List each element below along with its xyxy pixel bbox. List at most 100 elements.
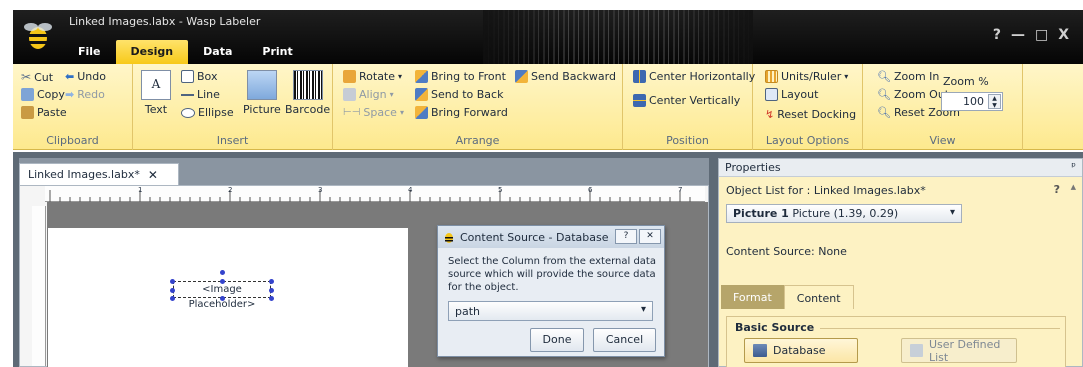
horizontal-ruler: 1 2 3 4 5 6 7 [45, 186, 705, 202]
dialog-close-button[interactable]: ✕ [639, 229, 661, 244]
rotate-button[interactable]: Rotate ▾ [343, 70, 402, 83]
tab-content[interactable]: Content [783, 285, 854, 309]
paste-icon [21, 106, 34, 119]
center-vertically-button[interactable]: Center Vertically [633, 94, 740, 107]
rotate-icon [343, 70, 356, 83]
barcode-icon [292, 70, 323, 100]
title-bar: Linked Images.labx - Wasp Labeler File D… [13, 10, 1083, 64]
tab-data[interactable]: Data [188, 40, 247, 64]
arrange-group: Rotate ▾ Align ▾ ⊢⊣ Space ▾ Bring to Fro… [333, 64, 623, 150]
label-canvas[interactable]: <Image Placeholder> [48, 228, 408, 367]
maximize-button[interactable]: □ [1035, 27, 1048, 43]
insert-group: A Text Box Line Ellipse Picture Barcode … [133, 64, 333, 150]
ruler-mark: 6 [588, 186, 593, 194]
send-to-back-button[interactable]: Send to Back [415, 88, 503, 101]
bring-forward-button[interactable]: Bring Forward [415, 106, 508, 119]
document-tab-label: Linked Images.labx* [28, 168, 140, 181]
chevron-down-icon: ▾ [844, 72, 849, 81]
cut-button[interactable]: ✂ Cut [21, 70, 53, 84]
zoom-in-button[interactable]: 🔍︎ Zoom In [877, 70, 939, 83]
align-button[interactable]: Align ▾ [343, 88, 394, 101]
document-tab[interactable]: Linked Images.labx* ✕ [19, 163, 179, 185]
zoom-in-icon: 🔍︎ [877, 70, 891, 83]
undo-button[interactable]: ⬅ Undo [65, 70, 106, 83]
ellipse-icon [181, 107, 195, 118]
space-icon: ⊢⊣ [343, 107, 361, 118]
properties-tabs: Format Content [719, 285, 854, 309]
copy-icon [21, 88, 34, 101]
close-document-icon[interactable]: ✕ [148, 168, 158, 182]
center-horizontally-button[interactable]: Center Horizontally [633, 70, 755, 83]
dialog-title-buttons: ? ✕ [615, 229, 661, 244]
chevron-down-icon: ▾ [389, 90, 394, 99]
text-button[interactable]: A Text [141, 70, 171, 116]
units-ruler-button[interactable]: Units/Ruler ▾ [765, 70, 848, 83]
bring-to-front-button[interactable]: Bring to Front [415, 70, 506, 83]
resize-handle[interactable] [170, 279, 175, 284]
zoom-spinner[interactable]: ▲ ▼ [988, 94, 1001, 109]
zoom-percent-input[interactable]: 100 ▲ ▼ [941, 92, 1003, 111]
undo-icon: ⬅ [65, 70, 75, 83]
view-label: View [929, 134, 956, 147]
resize-handle[interactable] [170, 296, 175, 301]
align-icon [343, 88, 356, 101]
column-select[interactable]: path [448, 301, 653, 321]
zoom-out-button[interactable]: 🔍︎ Zoom Out [877, 88, 949, 101]
space-button[interactable]: ⊢⊣ Space ▾ [343, 106, 404, 119]
barcode-background [483, 10, 753, 64]
help-icon[interactable]: ? [1054, 183, 1060, 196]
ribbon: ✂ Cut ⬅ Undo Copy ➡ Redo Paste Clipboard… [13, 64, 1083, 150]
tab-format[interactable]: Format [721, 285, 784, 309]
resize-handle[interactable] [269, 296, 274, 301]
resize-handle[interactable] [220, 296, 225, 301]
send-backward-icon [515, 70, 528, 83]
ribbon-tabs: File Design Data Print [63, 40, 308, 64]
center-horizontally-icon [633, 70, 646, 83]
tab-print[interactable]: Print [247, 40, 307, 64]
ruler-mark: 7 [678, 186, 683, 194]
redo-button[interactable]: ➡ Redo [65, 88, 105, 101]
tab-design[interactable]: Design [115, 40, 189, 64]
wasp-icon [445, 233, 453, 243]
view-group: 🔍︎ Zoom In 🔍︎ Zoom Out 🔍︎ Reset Zoom Zoo… [863, 64, 1023, 150]
rotate-handle[interactable] [220, 270, 225, 275]
paste-button[interactable]: Paste [21, 106, 67, 119]
reset-docking-button[interactable]: ↯ Reset Docking [765, 108, 856, 121]
minimize-button[interactable]: — [1011, 27, 1025, 43]
reset-zoom-icon: 🔍︎ [877, 106, 891, 119]
basic-source-title: Basic Source [735, 321, 815, 334]
close-button[interactable]: X [1058, 27, 1069, 43]
database-button[interactable]: Database [744, 338, 858, 363]
cancel-button[interactable]: Cancel [593, 328, 656, 352]
zoom-percent-label: Zoom % [943, 75, 989, 88]
line-button[interactable]: Line [181, 88, 220, 101]
layout-button[interactable]: Layout [765, 88, 818, 101]
send-to-back-icon [415, 88, 428, 101]
help-button[interactable]: ? [993, 27, 1001, 43]
pin-icon[interactable]: ᵖ [1071, 160, 1076, 173]
scroll-up-icon[interactable]: ▲ [1071, 183, 1076, 191]
center-vertically-icon [633, 94, 646, 107]
chevron-down-icon: ▾ [399, 108, 404, 117]
position-group: Center Horizontally Center Vertically Po… [623, 64, 755, 150]
resize-handle[interactable] [269, 288, 274, 293]
box-button[interactable]: Box [181, 70, 217, 83]
layout-options-label: Layout Options [765, 134, 850, 147]
picture-button[interactable]: Picture [243, 70, 281, 116]
object-select[interactable]: Picture 1 Picture (1.39, 0.29) [726, 204, 962, 223]
database-icon [753, 344, 767, 357]
resize-handle[interactable] [170, 288, 175, 293]
text-icon: A [141, 70, 171, 100]
dialog-message: Select the Column from the external data… [448, 256, 656, 293]
resize-handle[interactable] [269, 279, 274, 284]
dialog-help-button[interactable]: ? [615, 229, 637, 244]
user-defined-list-button[interactable]: User Defined List [901, 338, 1017, 364]
barcode-button[interactable]: Barcode [285, 70, 330, 116]
send-backward-button[interactable]: Send Backward [515, 70, 616, 83]
ellipse-button[interactable]: Ellipse [181, 106, 234, 119]
tab-file[interactable]: File [63, 40, 116, 64]
copy-button[interactable]: Copy [21, 88, 65, 101]
done-button[interactable]: Done [530, 328, 584, 352]
ruler-ticks [49, 190, 691, 202]
resize-handle[interactable] [220, 279, 225, 284]
